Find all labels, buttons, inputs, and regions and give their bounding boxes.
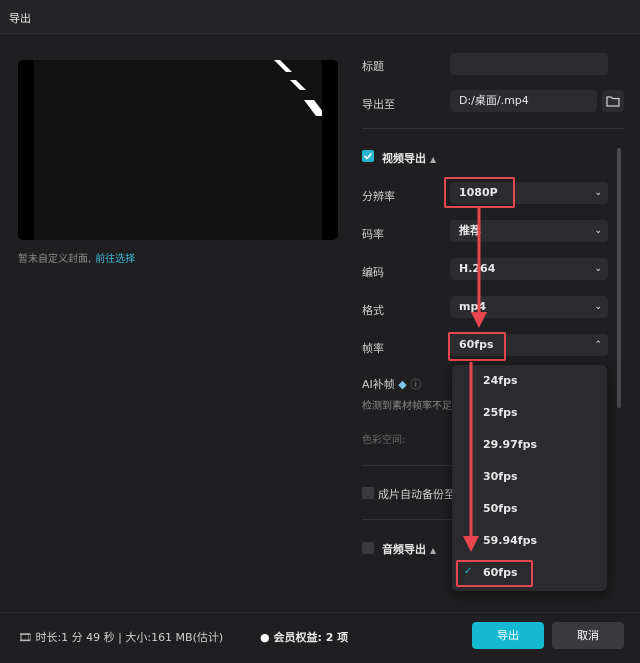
member-label: 会员权益:: [273, 631, 322, 644]
export-info: 🎞 时长:1 分 49 秒 | 大小:161 MB(估计): [18, 629, 223, 645]
cancel-button[interactable]: 取消: [552, 622, 624, 649]
export-button[interactable]: 导出: [472, 622, 544, 649]
alert-icon: ●: [260, 631, 270, 644]
annotation-arrows: [463, 208, 487, 552]
footer-divider: [0, 612, 640, 613]
member-benefits[interactable]: ● 会员权益: 2 项: [260, 629, 348, 645]
export-info-text: 时长:1 分 49 秒 | 大小:161 MB(估计): [35, 631, 224, 644]
film-icon: 🎞: [18, 631, 32, 644]
member-count: 2 项: [325, 631, 349, 644]
